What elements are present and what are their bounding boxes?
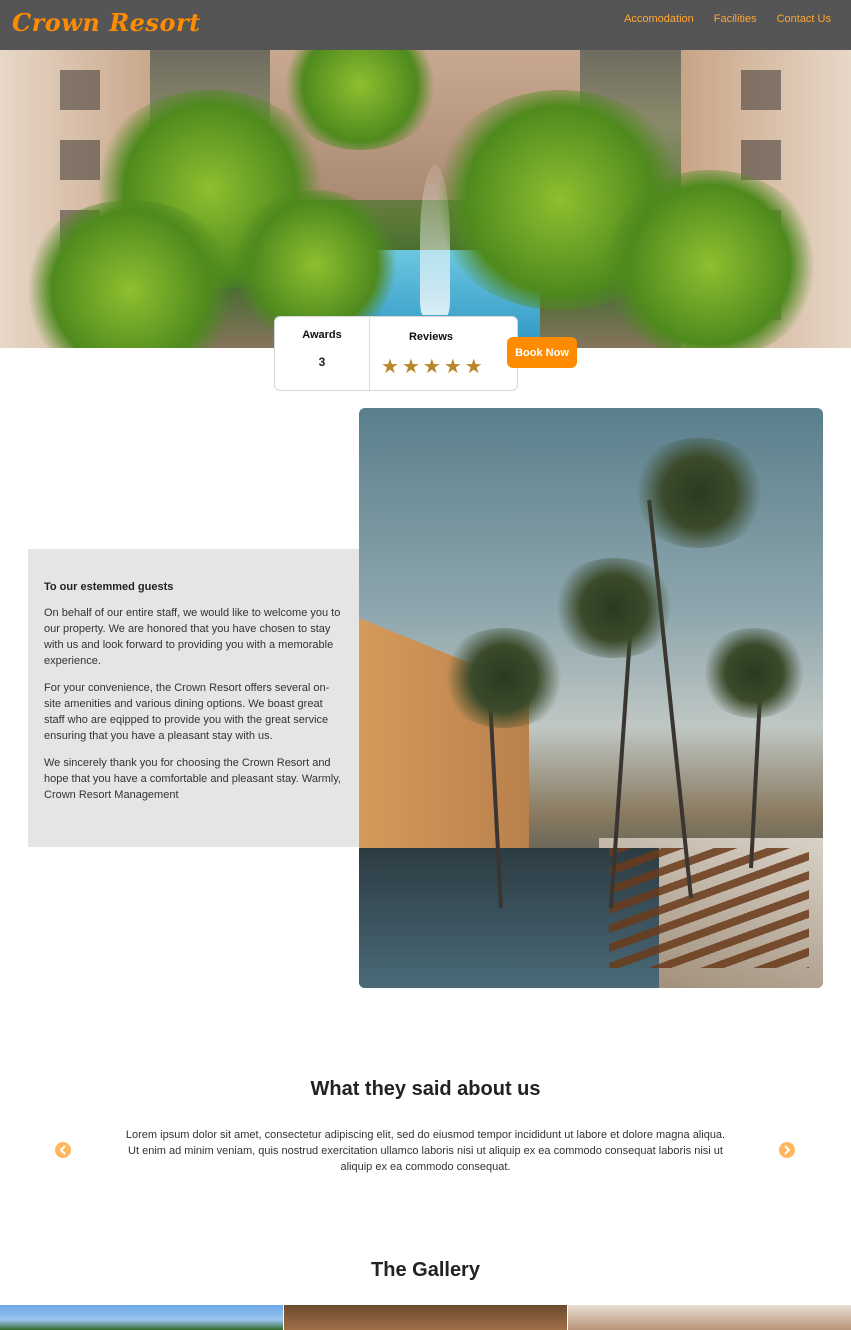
welcome-paragraph: On behalf of our entire staff, we would …	[44, 607, 341, 667]
awards-stat: Awards 3	[275, 317, 370, 392]
gallery-row	[0, 1305, 851, 1330]
star-icon: ★	[464, 356, 483, 378]
hero-image	[0, 50, 851, 348]
nav-link-contact-us[interactable]: Contact Us	[777, 13, 831, 25]
nav-link-accomodation[interactable]: Accomodation	[624, 13, 694, 25]
resort-pool-photo	[359, 408, 823, 988]
chevron-left-icon	[59, 1145, 66, 1155]
stats-card: Awards 3 Reviews ★ ★ ★ ★ ★	[274, 316, 519, 392]
carousel-next-button[interactable]	[779, 1142, 795, 1158]
testimonials-title: What they said about us	[310, 1078, 541, 1100]
gallery-image[interactable]	[568, 1305, 851, 1330]
awards-label: Awards	[302, 329, 342, 341]
photo-palm-fronds	[549, 558, 679, 658]
testimonial-text: Lorem ipsum dolor sit amet, consectetur …	[125, 1129, 726, 1173]
gallery-title: The Gallery	[371, 1259, 480, 1281]
photo-palm-fronds	[699, 628, 809, 718]
welcome-paragraph: For your convenience, the Crown Resort o…	[44, 682, 330, 742]
book-now-button[interactable]: Book Now	[507, 337, 577, 368]
welcome-paragraph: We sincerely thank you for choosing the …	[44, 757, 341, 801]
nav-link-facilities[interactable]: Facilities	[714, 13, 757, 25]
carousel-prev-button[interactable]	[55, 1142, 71, 1158]
awards-value: 3	[318, 355, 326, 369]
photo-palm-fronds	[439, 628, 569, 728]
chevron-right-icon	[784, 1145, 791, 1155]
brand-logo[interactable]: Crown Resort	[12, 8, 201, 37]
navbar: Crown Resort Accomodation Facilities Con…	[0, 0, 851, 50]
gallery-image[interactable]	[284, 1305, 567, 1330]
hero-palm	[600, 170, 820, 348]
photo-loungers	[609, 848, 809, 968]
star-icon: ★	[443, 356, 462, 378]
star-icon: ★	[401, 356, 420, 378]
star-icon: ★	[381, 356, 399, 378]
photo-palm-fronds	[629, 438, 769, 548]
welcome-message: To our estemmed guests On behalf of our …	[28, 549, 359, 847]
star-icon: ★	[422, 356, 441, 378]
welcome-title: To our estemmed guests	[44, 581, 174, 593]
reviews-stat: Reviews ★ ★ ★ ★ ★	[371, 317, 519, 392]
reviews-label: Reviews	[408, 331, 454, 343]
gallery-image[interactable]	[0, 1305, 283, 1330]
nav-links: Accomodation Facilities Contact Us	[624, 13, 831, 25]
rating-stars: ★ ★ ★ ★ ★	[381, 357, 483, 377]
